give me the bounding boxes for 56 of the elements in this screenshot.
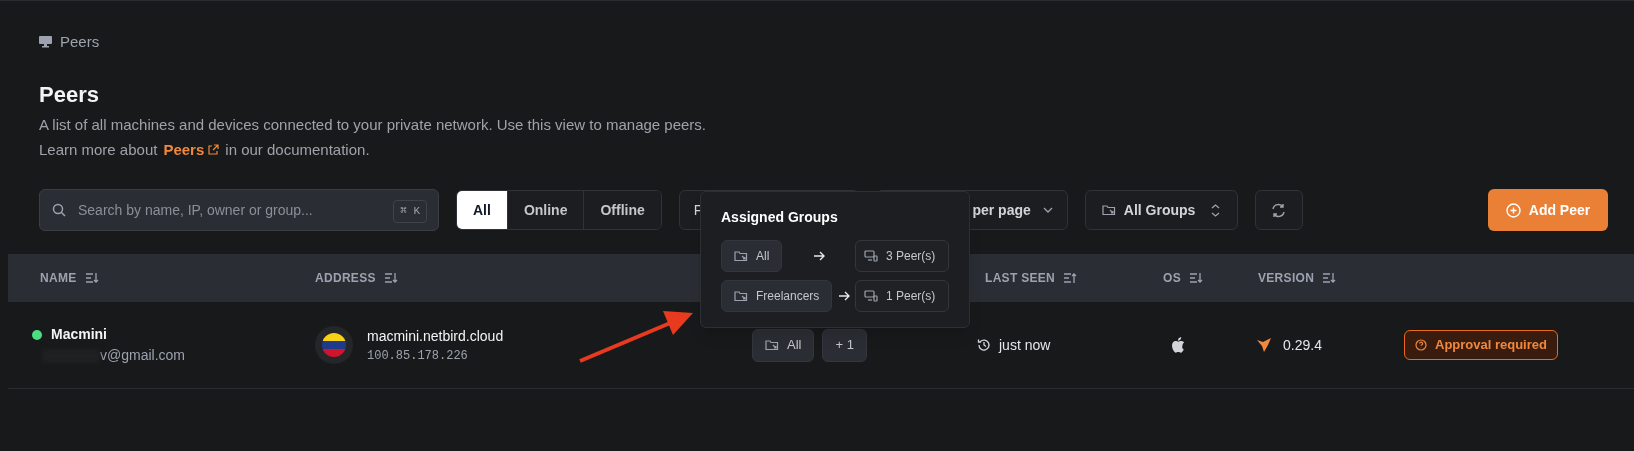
page-title: Peers: [39, 81, 100, 109]
folder-icon: [734, 250, 748, 262]
page-description: A list of all machines and devices connected to your private network. Use this view to manage peers.: [39, 115, 707, 135]
peer-name[interactable]: Macmini: [51, 324, 107, 345]
column-header[interactable]: ADDRESS: [315, 269, 376, 287]
peers-link[interactable]: Peers: [163, 137, 220, 162]
monitor-icon: [39, 36, 52, 48]
arrow-icon: [837, 291, 850, 301]
group-chip: All: [721, 240, 783, 272]
devices-icon: [864, 250, 878, 262]
plus-circle-icon: [1505, 202, 1521, 218]
peer-email: v@gmail.com: [100, 346, 185, 365]
column-header[interactable]: VERSION: [1258, 269, 1315, 287]
peer-dns: macmini.netbird.cloud: [367, 326, 504, 346]
chevron-updown-icon: [1211, 203, 1221, 217]
last-seen-text: just now: [999, 335, 1051, 355]
learn-more-text: in our documentation.: [225, 140, 370, 160]
approval-badge[interactable]: Approval required: [1404, 330, 1558, 360]
folder-icon: [1101, 204, 1116, 216]
shortcut-hint: ⌘ K: [393, 200, 427, 223]
group-chip: Freelancers: [721, 280, 833, 312]
help-circle-icon: [1415, 339, 1427, 351]
filter-tab[interactable]: All: [457, 191, 507, 229]
filter-tab[interactable]: Offline: [583, 191, 661, 229]
sort-icon[interactable]: [1322, 272, 1337, 284]
peer-count-chip: 1 Peer(s): [855, 280, 949, 312]
bird-icon: [1257, 338, 1273, 352]
devices-icon: [864, 290, 878, 302]
more-groups-chip[interactable]: + 1: [822, 328, 867, 362]
filter-tab[interactable]: Online: [506, 191, 584, 229]
column-header[interactable]: NAME: [40, 269, 77, 287]
version-text: 0.29.4: [1283, 335, 1322, 355]
sort-icon[interactable]: [84, 272, 99, 284]
column-header[interactable]: OS: [1163, 269, 1181, 287]
flag-icon: [322, 333, 346, 357]
sort-icon[interactable]: [1063, 272, 1078, 284]
history-icon: [977, 338, 991, 352]
arrow-icon: [812, 251, 825, 261]
peer-ip: 100.85.178.226: [367, 347, 469, 365]
refresh-icon: [1271, 202, 1287, 218]
refresh-button[interactable]: [1254, 190, 1303, 230]
column-header[interactable]: LAST SEEN: [985, 269, 1056, 287]
breadcrumb-item[interactable]: Peers: [60, 30, 100, 54]
external-link-icon: [208, 144, 220, 155]
folder-icon: [734, 290, 748, 302]
groups-select[interactable]: All Groups: [1084, 190, 1238, 230]
sort-icon[interactable]: [383, 272, 398, 284]
group-chip[interactable]: All: [752, 328, 815, 362]
folder-icon: [765, 339, 779, 351]
sort-icon[interactable]: [1188, 272, 1203, 284]
learn-more-text: Learn more about: [39, 140, 158, 160]
popover-title: Assigned Groups: [721, 208, 839, 227]
search-icon: [52, 203, 66, 217]
peer-count-chip: 3 Peer(s): [855, 240, 949, 272]
apple-icon: [1171, 337, 1185, 353]
chevron-down-icon: [1042, 207, 1053, 213]
